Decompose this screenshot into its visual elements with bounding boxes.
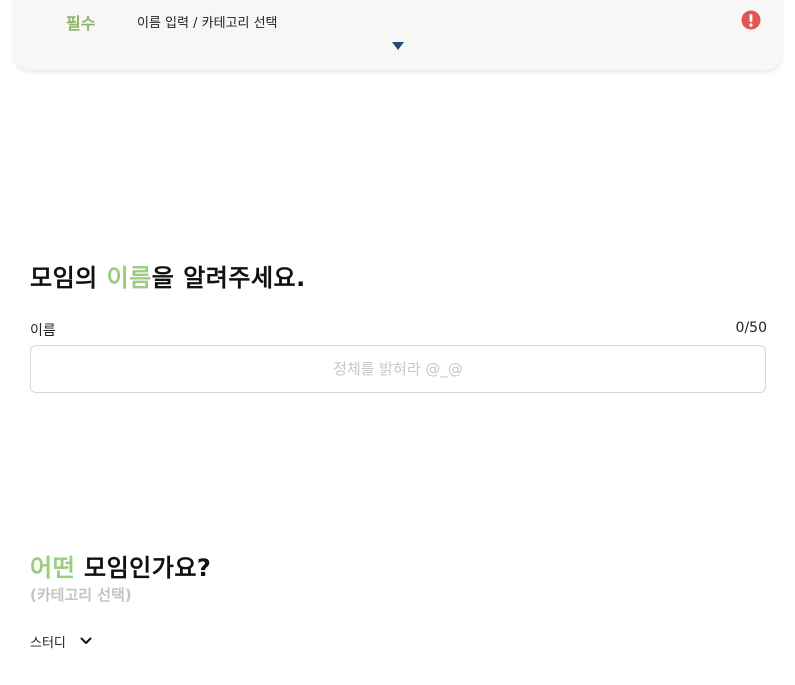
chevron-down-icon	[80, 637, 92, 644]
required-items: 이름 입력 / 카테고리 선택	[137, 16, 278, 31]
category-selected-value: 스터디	[30, 635, 66, 651]
requirements-bar: 필수 이름 입력 / 카테고리 선택	[14, 0, 782, 70]
category-heading-rest: 모임인가요?	[75, 554, 212, 582]
name-label: 이름	[30, 323, 56, 339]
exclamation-circle-icon	[741, 10, 761, 30]
name-heading-suffix: 을 알려주세요.	[151, 264, 306, 292]
name-heading: 모임의 이름을 알려주세요.	[30, 258, 306, 293]
category-select[interactable]: 스터디	[30, 629, 92, 653]
caret-down-icon[interactable]	[391, 41, 405, 51]
category-subtitle: (카테고리 선택)	[30, 586, 132, 604]
category-heading: 어떤 모임인가요?	[30, 548, 211, 583]
category-heading-accent: 어떤	[30, 554, 76, 582]
create-group-page: 필수 이름 입력 / 카테고리 선택 모임의 이름을 알려주세요. 이름 0/5…	[0, 0, 795, 685]
name-char-counter: 0/50	[735, 320, 767, 336]
group-name-input[interactable]	[30, 345, 766, 393]
required-badge: 필수	[66, 14, 96, 33]
name-heading-prefix: 모임의	[30, 264, 107, 292]
name-heading-accent: 이름	[106, 264, 152, 292]
